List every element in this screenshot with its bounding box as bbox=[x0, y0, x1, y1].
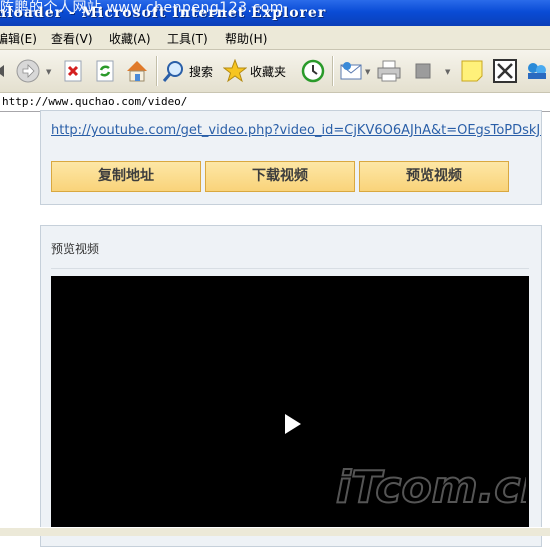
video-player[interactable]: iTcom.cn bbox=[51, 276, 529, 528]
toolbar: ▼ 搜索 收藏夹 ▼ ▼ bbox=[0, 50, 550, 93]
edit-icon bbox=[415, 63, 431, 79]
video-url-link[interactable]: http://youtube.com/get_video.php?video_i… bbox=[51, 123, 541, 138]
download-panel: http://youtube.com/get_video.php?video_i… bbox=[40, 110, 542, 205]
edit-button[interactable] bbox=[414, 57, 434, 85]
menu-help[interactable]: 帮助(H) bbox=[225, 30, 267, 47]
menu-edit[interactable]: 编辑(E) bbox=[0, 30, 37, 47]
history-button[interactable] bbox=[300, 57, 326, 85]
itcom-logo: iTcom.cn bbox=[336, 461, 526, 514]
page-content: http://youtube.com/get_video.php?video_i… bbox=[0, 110, 550, 547]
favorites-label: 收藏夹 bbox=[250, 64, 287, 79]
preview-title: 预览视频 bbox=[51, 242, 100, 256]
history-icon bbox=[301, 59, 325, 83]
toolbar-divider bbox=[332, 56, 334, 86]
notes-button[interactable] bbox=[459, 57, 485, 85]
mail-icon bbox=[340, 62, 362, 80]
sticky-note-icon bbox=[461, 60, 483, 82]
menu-tools[interactable]: 工具(T) bbox=[167, 30, 208, 47]
preview-video-button[interactable]: 预览视频 bbox=[359, 161, 509, 192]
stop-button[interactable] bbox=[62, 57, 86, 85]
home-button[interactable] bbox=[124, 57, 150, 85]
msn-button[interactable] bbox=[524, 57, 550, 85]
window-title-bar: nloader - Microsoft Internet Explorer 陈鹏… bbox=[0, 0, 550, 26]
printer-icon bbox=[377, 60, 401, 82]
menu-bar: 编辑(E) 查看(V) 收藏(A) 工具(T) 帮助(H) bbox=[0, 26, 550, 50]
address-url[interactable]: http://www.quchao.com/video/ bbox=[2, 95, 187, 108]
svg-text:iTcom.cn: iTcom.cn bbox=[336, 462, 526, 513]
research-icon bbox=[493, 59, 517, 83]
chevron-down-icon[interactable]: ▼ bbox=[445, 68, 450, 76]
back-arrow-icon bbox=[0, 65, 4, 77]
refresh-icon bbox=[96, 60, 114, 82]
chevron-down-icon[interactable]: ▼ bbox=[365, 68, 370, 76]
site-watermark: 陈鹏的个人网站 www.chenpeng123.com bbox=[0, 0, 284, 16]
back-button[interactable] bbox=[0, 57, 6, 85]
favorites-button[interactable]: 收藏夹 bbox=[223, 57, 286, 85]
divider bbox=[51, 268, 529, 269]
messenger-icon bbox=[528, 63, 546, 79]
star-icon bbox=[223, 59, 247, 83]
menu-view[interactable]: 查看(V) bbox=[51, 30, 93, 47]
chevron-down-icon[interactable]: ▼ bbox=[46, 68, 51, 76]
search-button[interactable]: 搜索 bbox=[162, 57, 213, 85]
search-label: 搜索 bbox=[189, 64, 214, 79]
print-button[interactable] bbox=[376, 57, 402, 85]
messenger-button[interactable] bbox=[492, 57, 518, 85]
download-video-button[interactable]: 下载视频 bbox=[205, 161, 355, 192]
home-icon bbox=[127, 61, 147, 82]
refresh-button[interactable] bbox=[94, 57, 118, 85]
search-icon bbox=[162, 61, 183, 82]
forward-arrow-icon bbox=[16, 59, 40, 83]
mail-button[interactable] bbox=[339, 57, 365, 85]
copy-address-button[interactable]: 复制地址 bbox=[51, 161, 201, 192]
preview-panel: 预览视频 iTcom.cn bbox=[40, 225, 542, 547]
menu-favorites[interactable]: 收藏(A) bbox=[109, 30, 151, 47]
play-icon[interactable] bbox=[283, 413, 303, 435]
toolbar-divider bbox=[156, 56, 158, 86]
stop-icon bbox=[64, 60, 82, 82]
forward-button[interactable] bbox=[15, 57, 41, 85]
